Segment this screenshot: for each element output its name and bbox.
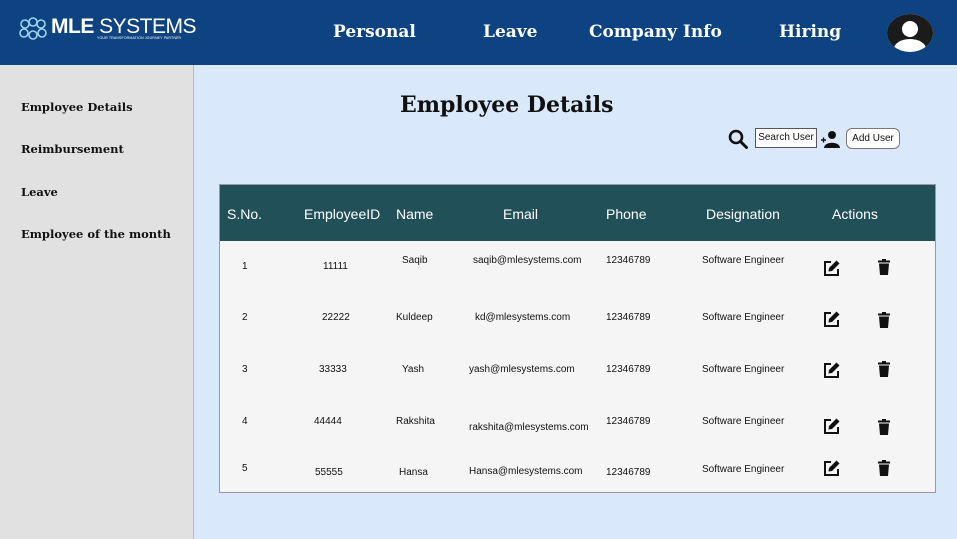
add-user-icon[interactable] [820, 130, 840, 148]
cell-sno: 2 [242, 312, 248, 323]
col-header-email: Email [503, 206, 539, 222]
top-navbar: MLE SYSTEMS YOUR TRANSFORMATION JOURNEY … [0, 0, 957, 65]
cell-employee-id: 33333 [319, 364, 347, 375]
cell-name: Rakshita [396, 416, 435, 427]
col-header-designation: Designation [706, 206, 780, 222]
sidebar-item-reimbursement[interactable]: Reimbursement [21, 142, 124, 156]
cell-phone: 12346789 [606, 312, 651, 323]
cell-phone: 12346789 [606, 255, 651, 266]
cell-email: kd@mlesystems.com [475, 312, 571, 323]
cell-email: yash@mlesystems.com [469, 364, 575, 375]
nav-hiring[interactable]: Hiring [779, 22, 841, 42]
edit-icon[interactable] [823, 310, 841, 328]
cell-employee-id: 11111 [323, 261, 348, 272]
sidebar-item-leave[interactable]: Leave [21, 185, 58, 199]
edit-icon[interactable] [823, 459, 841, 477]
col-header-name: Name [396, 206, 434, 222]
trash-icon[interactable] [875, 459, 893, 477]
cell-phone: 12346789 [606, 364, 651, 375]
trash-icon[interactable] [875, 311, 893, 329]
cell-sno: 5 [242, 463, 248, 474]
cell-sno: 3 [242, 364, 248, 375]
cell-name: Yash [402, 364, 425, 375]
nav-personal[interactable]: Personal [333, 22, 416, 42]
sidebar-item-employee-details[interactable]: Employee Details [21, 100, 133, 114]
cell-designation: Software Engineer [702, 464, 785, 475]
cell-phone: 12346789 [606, 467, 651, 478]
edit-icon[interactable] [823, 417, 841, 435]
edit-icon[interactable] [823, 259, 841, 277]
trash-icon[interactable] [875, 418, 893, 436]
table-header: S.No. EmployeeID Name Email Phone Design… [220, 185, 935, 241]
cell-designation: Software Engineer [702, 255, 785, 266]
page-title: Employee Details [400, 92, 614, 118]
search-icon[interactable] [728, 129, 748, 149]
brand-name: MLE SYSTEMS [51, 15, 197, 38]
nav-leave[interactable]: Leave [483, 22, 537, 42]
cell-name: Hansa [399, 467, 428, 478]
search-input[interactable]: Search User [755, 128, 817, 148]
col-header-sno: S.No. [227, 206, 263, 222]
cell-employee-id: 22222 [322, 312, 350, 323]
cell-designation: Software Engineer [702, 416, 785, 427]
cell-name: Saqib [402, 255, 428, 266]
add-user-button[interactable]: Add User [846, 128, 900, 149]
cell-name: Kuldeep [396, 312, 433, 323]
employee-table: S.No. EmployeeID Name Email Phone Design… [219, 184, 936, 493]
sidebar-item-employee-of-month[interactable]: Employee of the month [21, 227, 171, 241]
cell-sno: 4 [242, 416, 248, 427]
cell-email: Hansa@mlesystems.com [469, 466, 583, 477]
trash-icon[interactable] [875, 360, 893, 378]
cell-employee-id: 55555 [315, 467, 343, 478]
cell-employee-id: 44444 [314, 416, 342, 427]
cell-designation: Software Engineer [702, 312, 785, 323]
col-header-phone: Phone [606, 206, 647, 222]
sidebar: Employee Details Reimbursement Leave Emp… [0, 65, 194, 539]
cell-email: rakshita@mlesystems.com [469, 422, 589, 433]
col-header-employee-id: EmployeeID [304, 206, 381, 222]
col-header-actions: Actions [832, 206, 878, 222]
cell-email: saqib@mlesystems.com [473, 255, 582, 266]
cell-phone: 12346789 [606, 416, 651, 427]
brand-tagline: YOUR TRANSFORMATION JOURNEY PARTNER [97, 36, 182, 40]
logo-rings-icon [19, 17, 47, 40]
cell-designation: Software Engineer [702, 364, 785, 375]
edit-icon[interactable] [823, 361, 841, 379]
nav-company-info[interactable]: Company Info [589, 22, 722, 42]
user-avatar-icon[interactable] [887, 14, 933, 52]
cell-sno: 1 [242, 261, 248, 272]
trash-icon[interactable] [875, 258, 893, 276]
brand-logo[interactable]: MLE SYSTEMS YOUR TRANSFORMATION JOURNEY … [18, 15, 197, 50]
